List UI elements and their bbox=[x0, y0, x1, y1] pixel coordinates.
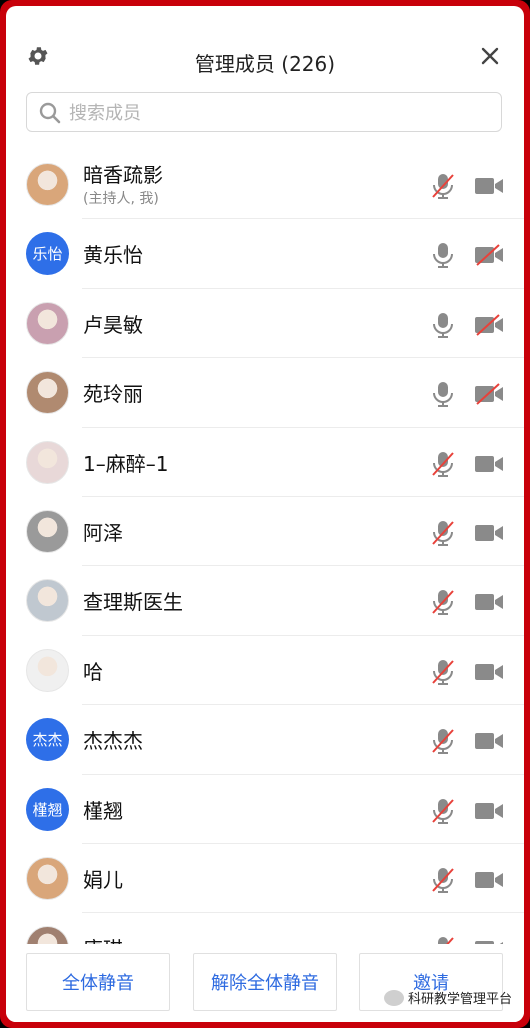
camera-icon[interactable] bbox=[474, 730, 504, 752]
member-name: 1–麻醉–1 bbox=[83, 451, 169, 476]
list-item[interactable]: 暗香疏影 (主持人, 我) bbox=[6, 150, 524, 220]
member-name: 卢昊敏 bbox=[83, 312, 143, 337]
list-item[interactable]: 1–麻醉–1 bbox=[6, 428, 524, 497]
search-input[interactable] bbox=[67, 99, 491, 127]
list-item[interactable]: 唐琪 bbox=[6, 913, 524, 944]
camera-icon[interactable] bbox=[474, 800, 504, 822]
member-name: 暗香疏影 bbox=[83, 163, 163, 187]
avatar bbox=[26, 648, 69, 692]
page-title: 管理成员 (226) bbox=[194, 52, 336, 76]
mic-icon[interactable] bbox=[430, 311, 456, 339]
camera-off-icon[interactable] bbox=[474, 383, 504, 405]
mic-muted-icon[interactable] bbox=[430, 797, 456, 825]
avatar bbox=[26, 579, 69, 623]
mic-muted-icon[interactable] bbox=[430, 866, 456, 894]
avatar bbox=[26, 371, 69, 415]
camera-icon[interactable] bbox=[474, 661, 504, 683]
member-name: 唐琪 bbox=[83, 933, 123, 944]
mic-muted-icon[interactable] bbox=[430, 658, 456, 686]
mic-muted-icon[interactable] bbox=[430, 172, 456, 200]
header: 管理成员 (226) bbox=[6, 6, 524, 94]
watermark-text: 科研教学管理平台 bbox=[408, 992, 513, 1007]
mic-muted-icon[interactable] bbox=[430, 935, 456, 944]
member-name: 娟儿 bbox=[83, 867, 123, 892]
member-name: 查理斯医生 bbox=[83, 590, 183, 615]
avatar: 乐怡 bbox=[26, 232, 69, 276]
camera-icon[interactable] bbox=[474, 175, 504, 197]
avatar bbox=[26, 926, 69, 944]
camera-icon[interactable] bbox=[474, 591, 504, 613]
member-name: 杰杰杰 bbox=[83, 729, 143, 754]
member-name: 槿翘 bbox=[83, 798, 123, 823]
mic-icon[interactable] bbox=[430, 241, 456, 269]
camera-off-icon[interactable] bbox=[474, 244, 504, 267]
list-item[interactable]: 阿泽 bbox=[6, 497, 524, 567]
footer: 全体静音 解除全体静音 邀请 bbox=[6, 944, 524, 1022]
mic-muted-icon[interactable] bbox=[430, 450, 456, 478]
avatar bbox=[26, 509, 69, 553]
member-name: 阿泽 bbox=[83, 520, 123, 545]
camera-icon[interactable] bbox=[474, 869, 504, 891]
member-list[interactable]: 暗香疏影 (主持人, 我) 乐怡 黄乐怡卢昊敏苑玲丽 1–麻醉–1 阿泽查理斯医生哈杰杰杰… bbox=[6, 150, 524, 944]
list-item[interactable]: 哈 bbox=[6, 636, 524, 706]
avatar: 槿翘 bbox=[26, 787, 69, 831]
list-item[interactable]: 槿翘 槿翘 bbox=[6, 775, 524, 844]
manage-members-panel: 管理成员 (226) 暗香疏影 (主持人, 我) 乐怡黄乐怡卢昊敏苑玲丽 1–麻醉–1… bbox=[6, 6, 524, 1022]
member-name: 苑玲丽 bbox=[83, 382, 143, 407]
member-name: 黄乐怡 bbox=[83, 243, 143, 268]
camera-icon[interactable] bbox=[474, 453, 504, 475]
list-item[interactable]: 杰杰 杰杰杰 bbox=[6, 705, 524, 775]
avatar bbox=[26, 163, 69, 206]
window-frame: 管理成员 (226) 暗香疏影 (主持人, 我) 乐怡黄乐怡卢昊敏苑玲丽 1–麻醉–1… bbox=[0, 0, 530, 1028]
mic-muted-icon[interactable] bbox=[430, 588, 456, 616]
member-role: (主持人, 我) bbox=[83, 191, 159, 207]
mute-all-button[interactable]: 全体静音 bbox=[26, 953, 170, 1011]
watermark: 科研教学管理平台 bbox=[384, 988, 512, 1007]
mic-muted-icon[interactable] bbox=[430, 519, 456, 547]
camera-off-icon[interactable] bbox=[474, 314, 504, 336]
search-icon bbox=[39, 102, 61, 124]
mic-muted-icon[interactable] bbox=[430, 727, 456, 755]
list-item[interactable]: 苑玲丽 bbox=[6, 358, 524, 428]
avatar: 杰杰 bbox=[26, 718, 69, 762]
search-box[interactable] bbox=[26, 92, 502, 132]
avatar bbox=[26, 856, 69, 900]
mic-icon[interactable] bbox=[430, 380, 456, 408]
list-item[interactable]: 娟儿 bbox=[6, 844, 524, 914]
member-name: 哈 bbox=[83, 659, 103, 684]
list-item[interactable]: 卢昊敏 bbox=[6, 289, 524, 359]
list-item[interactable]: 乐怡 黄乐怡 bbox=[6, 219, 524, 289]
avatar bbox=[26, 440, 69, 484]
wechat-icon bbox=[384, 989, 404, 1006]
camera-icon[interactable] bbox=[474, 522, 504, 544]
close-icon[interactable] bbox=[480, 46, 500, 66]
avatar bbox=[26, 301, 69, 345]
unmute-all-button[interactable]: 解除全体静音 bbox=[193, 953, 337, 1011]
list-item[interactable]: 查理斯医生 bbox=[6, 566, 524, 636]
